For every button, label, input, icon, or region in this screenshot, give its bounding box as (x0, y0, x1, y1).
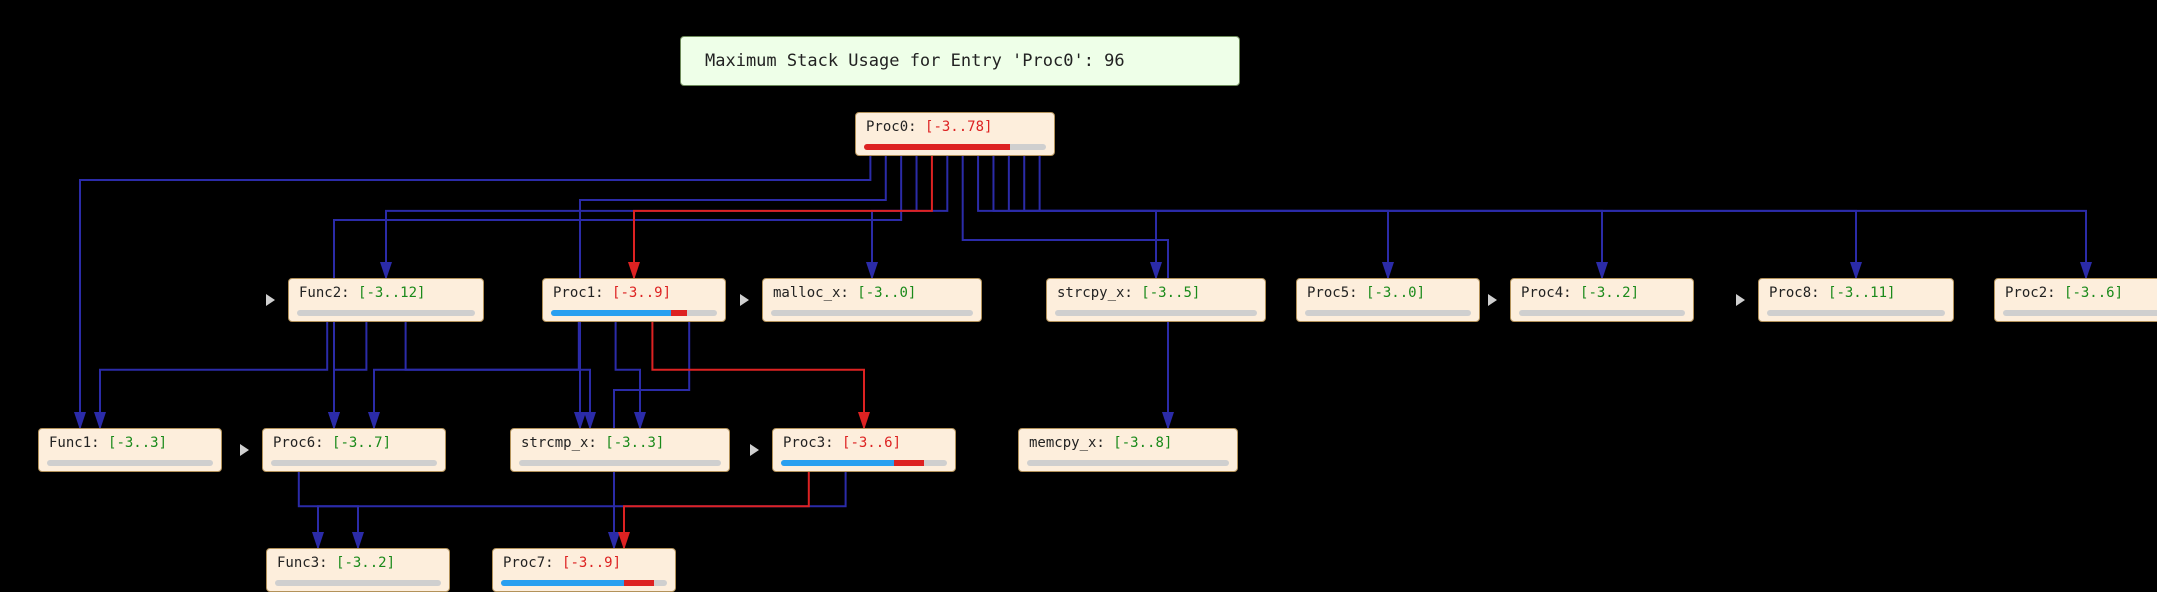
edge (374, 322, 579, 428)
usage-bar (1305, 310, 1471, 316)
node-proc0[interactable]: Proc0: [-3..78] (855, 112, 1055, 156)
collapsed-indicator-icon[interactable] (1488, 294, 1497, 306)
edge (616, 322, 640, 428)
node-name: strcmp_x: (521, 435, 605, 451)
node-range: [-3..6] (842, 435, 901, 451)
usage-bar (271, 460, 437, 466)
edge (624, 472, 809, 548)
node-mallocx[interactable]: malloc_x: [-3..0] (762, 278, 982, 322)
node-name: malloc_x: (773, 285, 857, 301)
node-name: Proc5: (1307, 285, 1366, 301)
node-name: Proc3: (783, 435, 842, 451)
edge (1040, 156, 2086, 278)
node-proc1[interactable]: Proc1: [-3..9] (542, 278, 726, 322)
usage-bar (1027, 460, 1229, 466)
edge (1024, 156, 1856, 278)
usage-bar (2003, 310, 2157, 316)
node-range: [-3..5] (1141, 285, 1200, 301)
node-strcpyx[interactable]: strcpy_x: [-3..5] (1046, 278, 1266, 322)
node-name: Proc6: (273, 435, 332, 451)
node-name: strcpy_x: (1057, 285, 1141, 301)
node-range: [-3..7] (332, 435, 391, 451)
collapsed-indicator-icon[interactable] (1736, 294, 1745, 306)
node-name: Proc1: (553, 285, 612, 301)
node-range: [-3..3] (605, 435, 664, 451)
collapsed-indicator-icon[interactable] (740, 294, 749, 306)
node-range: [-3..6] (2064, 285, 2123, 301)
node-proc4[interactable]: Proc4: [-3..2] (1510, 278, 1694, 322)
node-range: [-3..3] (108, 435, 167, 451)
node-name: Func2: (299, 285, 358, 301)
node-range: [-3..2] (1580, 285, 1639, 301)
node-range: [-3..8] (1113, 435, 1172, 451)
usage-bar (864, 144, 1046, 150)
node-range: [-3..2] (336, 555, 395, 571)
node-range: [-3..78] (925, 119, 992, 135)
title-box: Maximum Stack Usage for Entry 'Proc0': 9… (680, 36, 1240, 86)
usage-bar (1055, 310, 1257, 316)
call-graph-canvas: Maximum Stack Usage for Entry 'Proc0': 9… (0, 0, 2157, 589)
edge (334, 322, 366, 428)
node-name: Func1: (49, 435, 108, 451)
node-name: Proc0: (866, 119, 925, 135)
node-proc5[interactable]: Proc5: [-3..0] (1296, 278, 1480, 322)
collapsed-indicator-icon[interactable] (266, 294, 275, 306)
usage-bar (1767, 310, 1945, 316)
edge (978, 156, 1156, 278)
edge (100, 322, 327, 428)
usage-bar (47, 460, 213, 466)
node-proc6[interactable]: Proc6: [-3..7] (262, 428, 446, 472)
node-range: [-3..0] (1366, 285, 1425, 301)
usage-bar (551, 310, 717, 316)
title-text: Maximum Stack Usage for Entry 'Proc0': 9… (705, 51, 1125, 71)
node-func3[interactable]: Func3: [-3..2] (266, 548, 450, 592)
node-range: [-3..0] (857, 285, 916, 301)
usage-bar (275, 580, 441, 586)
edge (406, 322, 590, 428)
edge (386, 156, 917, 278)
edge (652, 322, 864, 428)
edge (993, 156, 1388, 278)
usage-bar (771, 310, 973, 316)
node-func2[interactable]: Func2: [-3..12] (288, 278, 484, 322)
node-strcmpx[interactable]: strcmp_x: [-3..3] (510, 428, 730, 472)
node-proc7[interactable]: Proc7: [-3..9] (492, 548, 676, 592)
node-name: Proc2: (2005, 285, 2064, 301)
collapsed-indicator-icon[interactable] (750, 444, 759, 456)
node-name: Func3: (277, 555, 336, 571)
node-func1[interactable]: Func1: [-3..3] (38, 428, 222, 472)
node-name: memcpy_x: (1029, 435, 1113, 451)
edge (872, 156, 947, 278)
node-range: [-3..11] (1828, 285, 1895, 301)
edge (1009, 156, 1602, 278)
usage-bar (297, 310, 475, 316)
usage-bar (1519, 310, 1685, 316)
usage-bar (501, 580, 667, 586)
collapsed-indicator-icon[interactable] (240, 444, 249, 456)
node-name: Proc8: (1769, 285, 1828, 301)
usage-bar (519, 460, 721, 466)
edge (318, 472, 846, 548)
node-proc2[interactable]: Proc2: [-3..6] (1994, 278, 2157, 322)
edge (299, 472, 358, 548)
node-name: Proc4: (1521, 285, 1580, 301)
usage-bar (781, 460, 947, 466)
node-range: [-3..12] (358, 285, 425, 301)
node-name: Proc7: (503, 555, 562, 571)
node-range: [-3..9] (562, 555, 621, 571)
node-proc3[interactable]: Proc3: [-3..6] (772, 428, 956, 472)
node-proc8[interactable]: Proc8: [-3..11] (1758, 278, 1954, 322)
edge (634, 156, 932, 278)
node-memcpyx[interactable]: memcpy_x: [-3..8] (1018, 428, 1238, 472)
node-range: [-3..9] (612, 285, 671, 301)
